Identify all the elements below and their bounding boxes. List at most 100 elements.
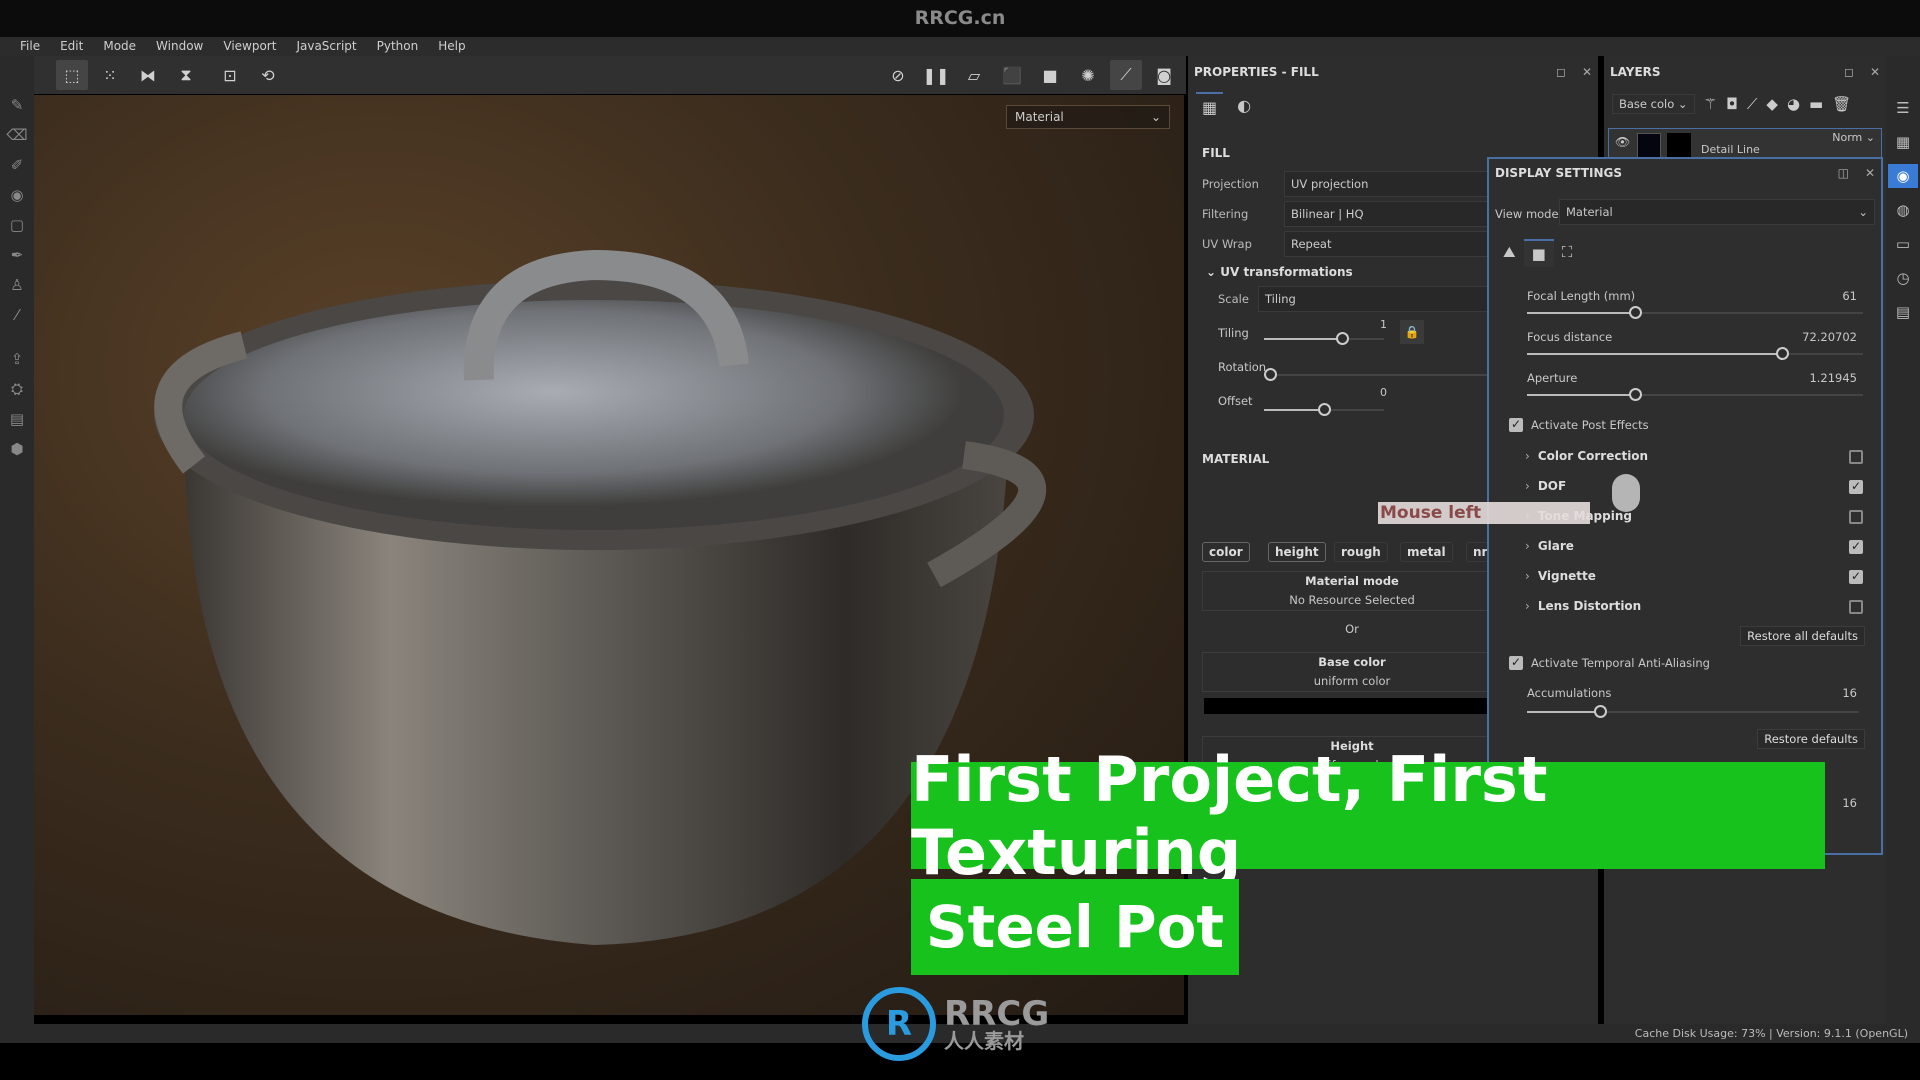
resource-icon[interactable]: ▤	[10, 410, 24, 428]
left-toolbar: ✎ ⌫ ✐ ◉ ▢ ✒ ♙ ⁄ ⇪ ⛭ ▤ ⬢	[0, 56, 34, 1024]
effect-row[interactable]: › Vignette	[1525, 569, 1596, 583]
maximize-icon[interactable]: ◻	[1844, 65, 1854, 79]
smart-material-icon[interactable]: ◕	[1787, 95, 1800, 113]
tab-material-icon[interactable]: ◐	[1231, 92, 1257, 121]
2d-view-icon[interactable]: ▱	[958, 60, 990, 90]
smudge-icon[interactable]: ▢	[10, 216, 24, 234]
rotation-label: Rotation	[1218, 360, 1267, 374]
channel-normal[interactable]: nrm	[1466, 542, 1488, 562]
picker-icon[interactable]: ⁄	[16, 306, 19, 324]
projection-label: Projection	[1202, 177, 1259, 191]
menu-javascript[interactable]: JavaScript	[286, 37, 366, 56]
texture-set-icon[interactable]: ▦	[1888, 130, 1918, 154]
base-color-swatch[interactable]	[1204, 698, 1502, 714]
paint-layer-icon[interactable]: ⟋	[1747, 95, 1758, 113]
reset-icon[interactable]: ⟲	[252, 60, 284, 90]
menu-python[interactable]: Python	[367, 37, 429, 56]
blend-mode-select[interactable]: Norm ⌄	[1832, 131, 1875, 144]
bake-icon[interactable]: ⇪	[11, 350, 24, 368]
screenshot-icon[interactable]: ◙	[1148, 60, 1180, 90]
geometry-icon[interactable]: ◉	[10, 186, 23, 204]
channel-color[interactable]: color	[1202, 542, 1250, 562]
brush-icon[interactable]: ✎	[11, 96, 24, 114]
menu-file[interactable]: File	[10, 37, 50, 56]
focus-distance-slider[interactable]	[1527, 347, 1863, 360]
channel-select[interactable]: Base colo ⌄	[1612, 94, 1695, 114]
symmetry-y-icon[interactable]: ⧗	[170, 60, 202, 90]
channel-rough[interactable]: rough	[1334, 542, 1388, 562]
tiling-slider[interactable]	[1264, 332, 1384, 345]
log-icon[interactable]: ▤	[1888, 300, 1918, 324]
post-effects-checkbox[interactable]	[1509, 417, 1523, 432]
grid-icon[interactable]: ⁙	[94, 60, 126, 90]
menu-bar: File Edit Mode Window Viewport JavaScrip…	[0, 37, 1920, 56]
close-icon[interactable]: ✕	[1582, 65, 1592, 79]
effect-checkbox[interactable]	[1849, 450, 1863, 464]
tab-environment-icon[interactable]: ⛰	[1495, 239, 1524, 267]
menu-window[interactable]: Window	[146, 37, 213, 56]
fill-layer-icon[interactable]: ◆	[1766, 95, 1778, 113]
effect-checkbox[interactable]	[1849, 539, 1863, 554]
folder-icon[interactable]: ▬	[1809, 95, 1823, 113]
shelf-icon[interactable]: ▭	[1888, 232, 1918, 256]
clone-icon[interactable]: ✒	[11, 246, 24, 264]
tab-properties-icon[interactable]: ▦	[1196, 92, 1224, 121]
projection-icon[interactable]: ✐	[11, 156, 24, 174]
material-mode-label: Material mode	[1305, 574, 1399, 588]
view-mode-select[interactable]: Material ⌄	[1559, 199, 1875, 225]
accumulations-slider[interactable]	[1527, 705, 1859, 718]
tab-viewer-icon[interactable]: ⛶	[1554, 239, 1581, 267]
taa-checkbox[interactable]	[1509, 655, 1523, 670]
tab-camera-icon[interactable]: ■	[1523, 239, 1554, 267]
uv-transformations-toggle[interactable]: ⌄ UV transformations	[1206, 265, 1353, 279]
material-mode-slot[interactable]: Material mode No Resource Selected	[1202, 571, 1502, 611]
maximize-icon[interactable]: ◻	[1556, 65, 1566, 79]
close-icon[interactable]: ✕	[1865, 166, 1875, 180]
camera-icon[interactable]: ■	[1034, 60, 1066, 90]
symmetry-x-icon[interactable]: ⧓	[132, 60, 164, 90]
menu-mode[interactable]: Mode	[93, 37, 146, 56]
effect-row[interactable]: › Glare	[1525, 539, 1574, 553]
effect-row[interactable]: › DOF	[1525, 479, 1566, 493]
paint-mode-icon[interactable]: ⟋	[1110, 60, 1142, 90]
channel-metal[interactable]: metal	[1400, 542, 1453, 562]
menu-help[interactable]: Help	[428, 37, 475, 56]
fit-icon[interactable]: ⊡	[214, 60, 246, 90]
effect-checkbox[interactable]	[1849, 569, 1863, 584]
hide-icon[interactable]: ⊘	[882, 60, 914, 90]
3d-view-icon[interactable]: ⬛	[996, 60, 1028, 90]
effect-checkbox[interactable]	[1849, 600, 1863, 614]
lock-icon[interactable]: 🔒	[1400, 320, 1424, 344]
iray-icon[interactable]: ✺	[1072, 60, 1104, 90]
mask-icon[interactable]: ◘	[1726, 95, 1738, 113]
pause-icon[interactable]: ❚❚	[920, 60, 952, 90]
layers-list-icon[interactable]: ☰	[1888, 96, 1918, 120]
trash-icon[interactable]: 🗑	[1832, 95, 1851, 113]
effect-row[interactable]: › Lens Distortion	[1525, 599, 1641, 613]
panel-title: DISPLAY SETTINGS	[1495, 166, 1623, 180]
offset-slider[interactable]	[1264, 403, 1384, 416]
effect-checkbox[interactable]	[1849, 479, 1863, 494]
environment-icon[interactable]: ◍	[1888, 198, 1918, 222]
focal-length-slider[interactable]	[1527, 306, 1863, 319]
viewport-mode-select[interactable]: Material ⌄	[1006, 105, 1170, 129]
aperture-slider[interactable]	[1527, 388, 1863, 401]
effect-checkbox[interactable]	[1849, 510, 1863, 524]
effect-row[interactable]: › Color Correction	[1525, 449, 1648, 463]
close-icon[interactable]: ✕	[1870, 65, 1880, 79]
selection-icon[interactable]: ⬚	[56, 60, 88, 90]
menu-edit[interactable]: Edit	[50, 37, 93, 56]
export-icon[interactable]: ⬢	[10, 440, 23, 458]
restore-all-defaults-button[interactable]: Restore all defaults	[1740, 626, 1865, 646]
effect-icon[interactable]: ⚚	[1704, 95, 1717, 113]
dock-icon[interactable]: ◫	[1838, 166, 1849, 180]
base-color-slot[interactable]: Base color uniform color	[1202, 652, 1502, 692]
menu-viewport[interactable]: Viewport	[213, 37, 286, 56]
eraser-icon[interactable]: ⌫	[6, 126, 27, 144]
stamp-icon[interactable]: ♙	[10, 276, 23, 294]
eye-icon[interactable]: 👁	[1615, 135, 1630, 149]
material-picker-icon[interactable]: ⛭	[11, 380, 23, 398]
display-settings-icon[interactable]: ◉	[1888, 164, 1918, 188]
channel-height[interactable]: height	[1268, 542, 1326, 562]
history-icon[interactable]: ◷	[1888, 266, 1918, 290]
